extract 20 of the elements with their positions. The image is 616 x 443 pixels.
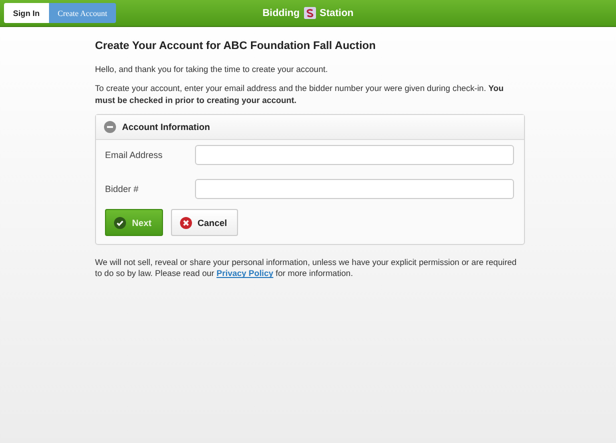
brand-text: Station: [320, 8, 354, 18]
panel-title: Account Information: [122, 122, 210, 132]
cancel-icon: [180, 216, 192, 229]
input-field[interactable]: [195, 179, 514, 200]
intro-text: Hello, and thank you for taking the time to create your account.: [95, 64, 329, 76]
privacy-policy-link[interactable]: Privacy Policy: [216, 268, 274, 278]
nav-tab[interactable]: Sign In: [4, 3, 49, 23]
cancel-button[interactable]: Cancel: [170, 209, 238, 236]
next-button[interactable]: Next: [105, 209, 163, 236]
nav-tab[interactable]: Create Account: [48, 3, 116, 23]
check-icon: [114, 216, 126, 229]
page-title: Create Your Account for ABC Foundation Fall Auction: [95, 40, 377, 52]
privacy-notice: We will not sell, reveal or share your personal information, unless we have your explicit permission or are required to do so by law. Please read our Privacy Policy for more information.: [95, 257, 518, 280]
logo-icon: [304, 7, 316, 19]
input-field[interactable]: [195, 145, 514, 166]
intro-text: To create your account, enter your email address and the bidder number your were given during check-in. You must be checked in prior to creating your account.: [95, 83, 505, 106]
brand-text: Bidding: [262, 8, 300, 18]
collapse-icon[interactable]: [104, 121, 116, 134]
field-label: Email Address: [105, 150, 164, 160]
field-label: Bidder #: [105, 184, 140, 194]
